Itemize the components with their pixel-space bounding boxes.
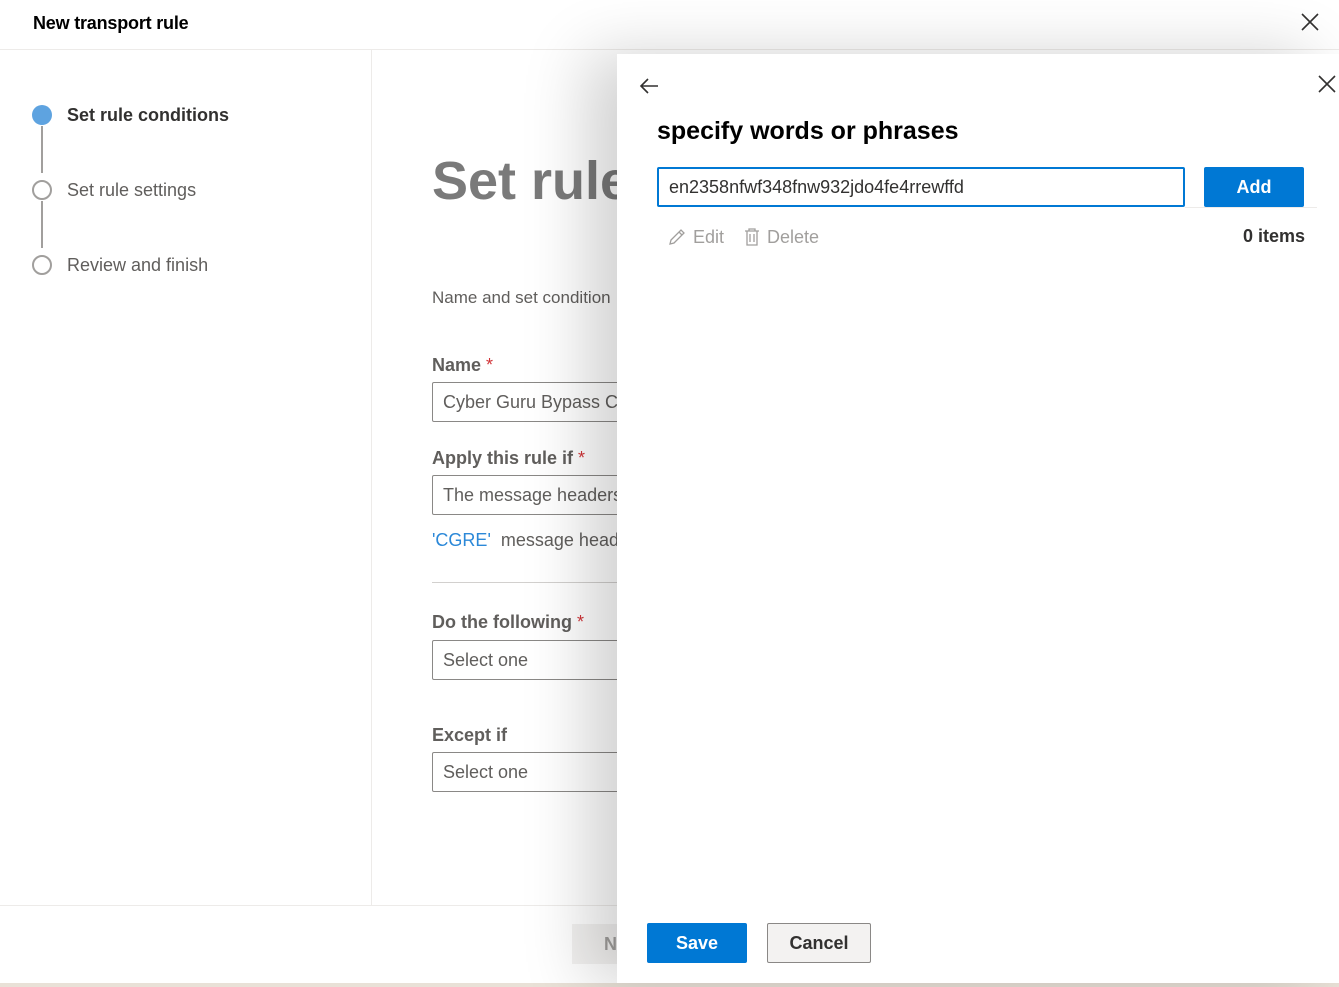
add-button[interactable]: Add [1204,167,1304,207]
top-bar: New transport rule [0,0,1339,50]
required-mark: * [577,612,585,632]
specify-words-panel: specify words or phrases Add Edit Delete… [617,54,1339,983]
back-arrow-icon[interactable] [637,74,661,98]
window-bottom-edge [0,983,1339,987]
panel-title: specify words or phrases [657,117,959,145]
condition-value-link[interactable]: 'CGRE' [432,530,491,550]
edit-pencil-icon [669,229,685,245]
step-set-rule-settings[interactable]: Set rule settings [67,180,196,201]
except-if-label: Except if [432,725,508,745]
close-icon[interactable] [1299,11,1321,33]
close-icon[interactable] [1317,74,1337,94]
condition-text: message heade [500,530,629,550]
delete-button[interactable]: Delete [743,224,819,250]
form-heading: Set rule [432,151,631,211]
form-description: Name and set condition [432,288,611,307]
name-label: Name * [432,355,494,375]
required-mark: * [486,355,494,375]
step-indicator-active [32,105,52,125]
wizard-steps: Set rule conditions Set rule settings Re… [0,50,372,905]
apply-rule-if-label: Apply this rule if * [432,448,586,468]
cancel-button[interactable]: Cancel [767,923,871,963]
step-indicator [32,180,52,200]
edit-button[interactable]: Edit [667,224,724,250]
step-connector [41,201,43,248]
word-phrase-input[interactable] [657,167,1185,207]
step-indicator [32,255,52,275]
step-connector [41,126,43,173]
condition-summary: 'CGRE' message heade [432,530,629,551]
divider [1185,207,1317,208]
items-count: 0 items [1242,226,1305,246]
page-title: New transport rule [33,13,189,33]
step-review-and-finish[interactable]: Review and finish [67,255,208,276]
step-set-rule-conditions[interactable]: Set rule conditions [67,105,229,126]
required-mark: * [578,448,586,468]
trash-icon [745,228,759,246]
save-button[interactable]: Save [647,923,747,963]
do-the-following-label: Do the following * [432,612,585,632]
